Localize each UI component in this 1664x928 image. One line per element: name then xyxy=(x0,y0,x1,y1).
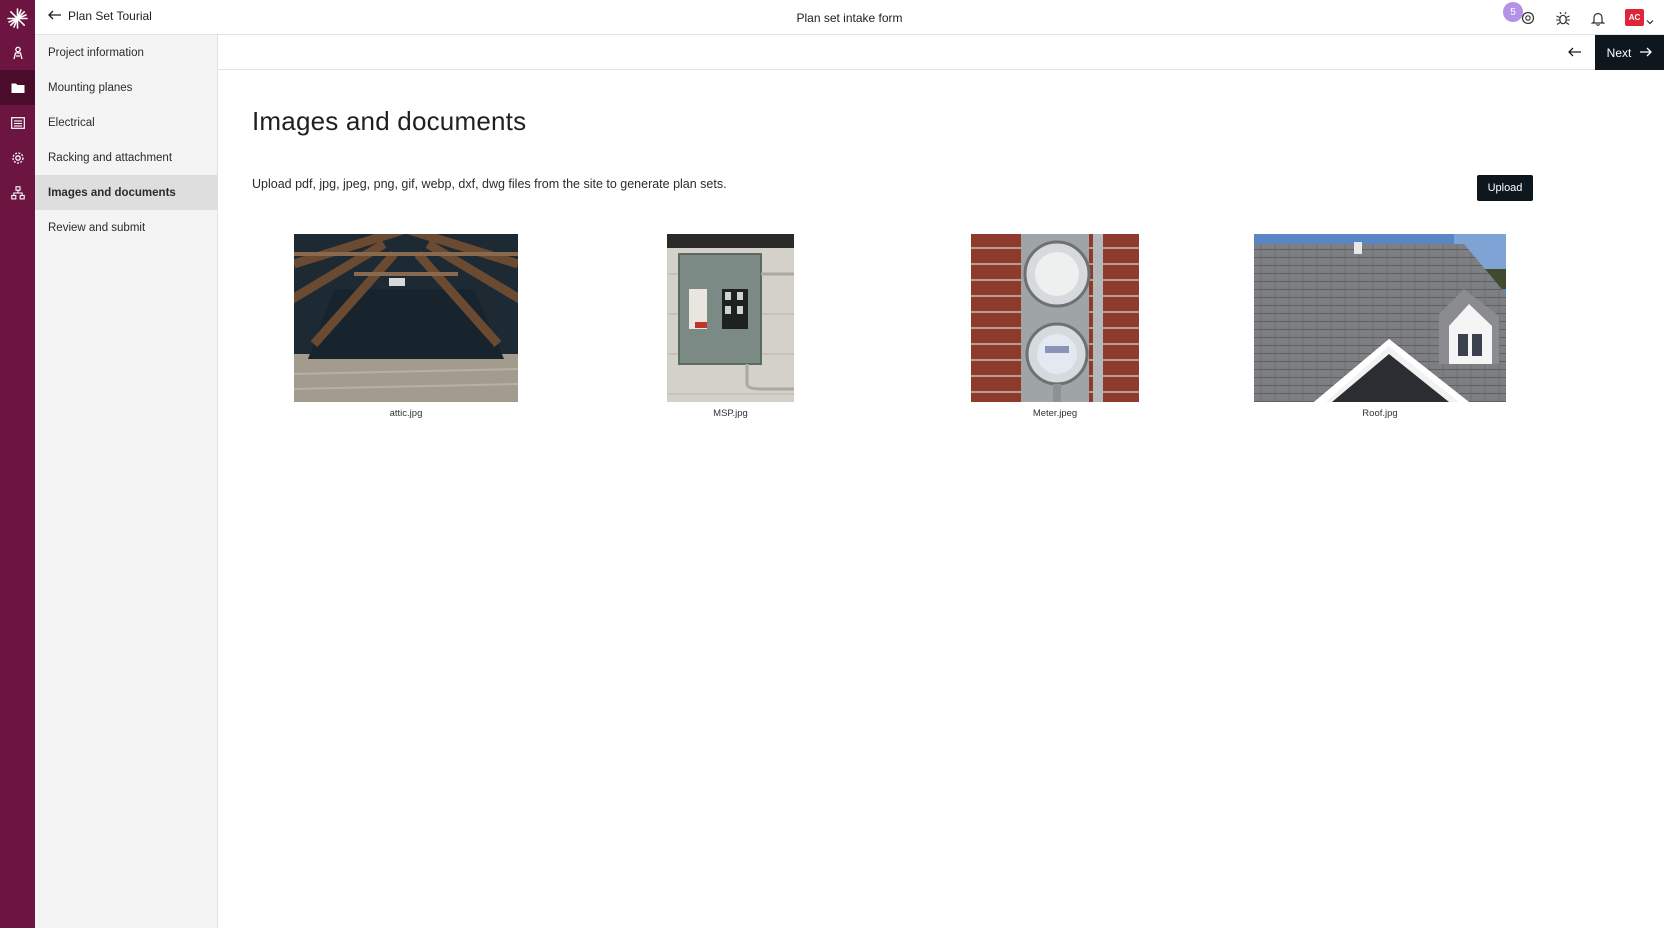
sidebar-item-electrical[interactable]: Electrical xyxy=(35,105,217,140)
chevron-down-icon[interactable] xyxy=(1646,12,1654,30)
bug-icon[interactable] xyxy=(1553,8,1573,28)
page-header-title: Plan set intake form xyxy=(796,11,903,25)
logo-icon[interactable] xyxy=(6,7,29,30)
file-thumbnail-msp[interactable]: MSP.jpg xyxy=(667,234,794,419)
arrow-left-icon xyxy=(1568,44,1582,62)
help-icon[interactable] xyxy=(1518,8,1538,28)
sitemap-icon[interactable] xyxy=(0,175,35,210)
sidebar-item-images-and-documents[interactable]: Images and documents xyxy=(35,175,217,210)
roof-image[interactable] xyxy=(1254,234,1506,402)
top-header: Plan Set Tourial Plan set intake form xyxy=(35,0,1664,35)
upload-description: Upload pdf, jpg, jpeg, png, gif, webp, d… xyxy=(252,177,727,191)
step-sidebar: Project information Mounting planes Elec… xyxy=(35,35,218,928)
file-name: MSP.jpg xyxy=(713,408,748,419)
next-button-label: Next xyxy=(1606,45,1632,60)
file-name: Roof.jpg xyxy=(1362,408,1398,419)
sidebar-item-project-information[interactable]: Project information xyxy=(35,35,217,70)
file-thumbnail-attic[interactable]: attic.jpg xyxy=(294,234,518,419)
msp-image[interactable] xyxy=(667,234,794,402)
arrow-left-icon xyxy=(48,9,62,23)
bell-icon[interactable] xyxy=(1588,8,1608,28)
arrow-right-icon xyxy=(1639,46,1653,60)
upload-button[interactable]: Upload xyxy=(1477,175,1533,201)
user-avatar[interactable]: AC xyxy=(1625,9,1644,26)
sidebar-item-mounting-planes[interactable]: Mounting planes xyxy=(35,70,217,105)
step-action-bar: Next xyxy=(218,35,1664,70)
sidebar-item-review-and-submit[interactable]: Review and submit xyxy=(35,210,217,245)
file-name: Meter.jpeg xyxy=(1032,408,1078,419)
file-thumbnail-roof[interactable]: Roof.jpg xyxy=(1254,234,1506,419)
app-root: Plan Set Tourial Plan set intake form 5 … xyxy=(0,0,1664,928)
file-name: attic.jpg xyxy=(389,408,423,419)
folder-icon[interactable] xyxy=(0,70,35,105)
file-thumbnail-meter[interactable]: Meter.jpeg xyxy=(971,234,1139,419)
back-link-label: Plan Set Tourial xyxy=(68,9,152,23)
back-to-project-link[interactable]: Plan Set Tourial xyxy=(48,9,152,23)
left-rail xyxy=(0,0,35,928)
attic-image[interactable] xyxy=(294,234,518,402)
next-step-button[interactable]: Next xyxy=(1595,35,1664,70)
sidebar-item-racking-and-attachment[interactable]: Racking and attachment xyxy=(35,140,217,175)
page-title: Images and documents xyxy=(252,106,527,136)
main-content: Images and documents Upload pdf, jpg, jp… xyxy=(218,70,1664,928)
previous-step-button[interactable] xyxy=(1566,44,1584,62)
person-icon[interactable] xyxy=(0,35,35,70)
meter-image[interactable] xyxy=(971,234,1139,402)
list-icon[interactable] xyxy=(0,105,35,140)
settings-icon[interactable] xyxy=(0,140,35,175)
